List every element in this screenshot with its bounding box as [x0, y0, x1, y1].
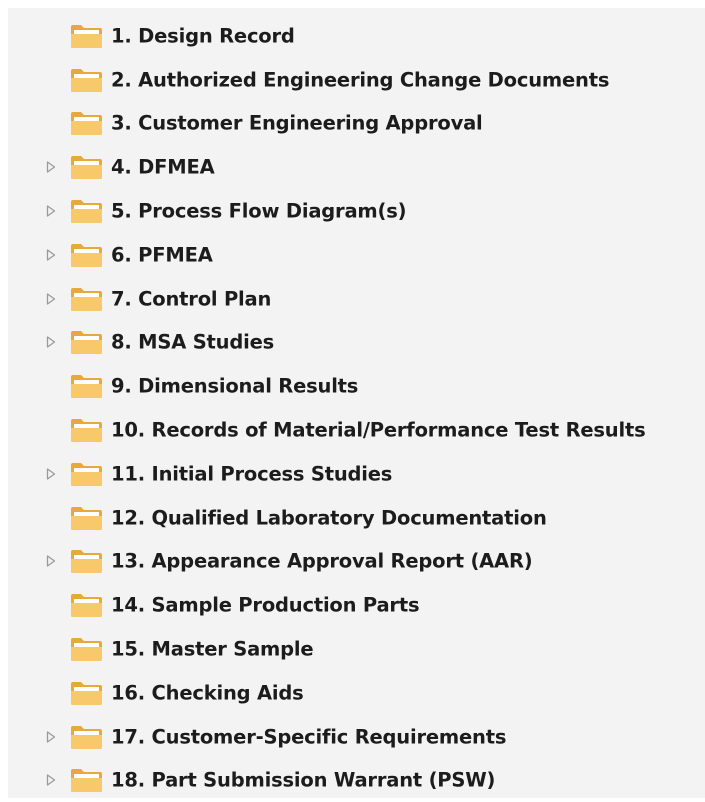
tree-item-label: 16. Checking Aids [111, 681, 304, 705]
tree-item[interactable]: 15. Master Sample [8, 627, 705, 671]
folder-icon [70, 680, 104, 706]
tree-item[interactable]: 14. Sample Production Parts [8, 583, 705, 627]
tree-item[interactable]: 10. Records of Material/Performance Test… [8, 408, 705, 452]
tree-item[interactable]: 17. Customer-Specific Requirements [8, 715, 705, 759]
folder-icon [70, 461, 104, 487]
tree-item[interactable]: 1. Design Record [8, 14, 705, 58]
expand-arrow-icon[interactable] [44, 554, 58, 568]
tree-item-label: 11. Initial Process Studies [111, 462, 393, 486]
folder-icon [70, 242, 104, 268]
folder-icon [70, 724, 104, 750]
folder-icon [70, 373, 104, 399]
folder-icon [70, 154, 104, 180]
expand-arrow-icon[interactable] [44, 204, 58, 218]
expand-arrow-icon[interactable] [44, 248, 58, 262]
tree-item-label: 14. Sample Production Parts [111, 593, 420, 617]
expand-arrow-icon[interactable] [44, 773, 58, 787]
tree-item-label: 15. Master Sample [111, 637, 314, 661]
tree-item[interactable]: 4. DFMEA [8, 145, 705, 189]
tree-item-label: 2. Authorized Engineering Change Documen… [111, 68, 610, 92]
tree-item[interactable]: 5. Process Flow Diagram(s) [8, 189, 705, 233]
tree-item-label: 12. Qualified Laboratory Documentation [111, 506, 547, 530]
tree-item[interactable]: 11. Initial Process Studies [8, 452, 705, 496]
folder-tree-panel: 1. Design Record 2. Authorized Engineerin… [8, 8, 705, 798]
tree-item[interactable]: 12. Qualified Laboratory Documentation [8, 496, 705, 540]
tree-item-label: 7. Control Plan [111, 287, 272, 311]
folder-icon [70, 67, 104, 93]
folder-icon [70, 592, 104, 618]
tree-item-label: 8. MSA Studies [111, 330, 275, 354]
expand-arrow-icon[interactable] [44, 160, 58, 174]
tree-item[interactable]: 2. Authorized Engineering Change Documen… [8, 58, 705, 102]
folder-icon [70, 23, 104, 49]
tree-item[interactable]: 13. Appearance Approval Report (AAR) [8, 540, 705, 584]
tree-item[interactable]: 8. MSA Studies [8, 321, 705, 365]
tree-item[interactable]: 18. Part Submission Warrant (PSW) [8, 759, 705, 802]
tree-item-label: 10. Records of Material/Performance Test… [111, 418, 646, 442]
tree-item[interactable]: 9. Dimensional Results [8, 364, 705, 408]
tree-item-label: 13. Appearance Approval Report (AAR) [111, 549, 533, 573]
tree-item-label: 5. Process Flow Diagram(s) [111, 199, 407, 223]
folder-icon [70, 505, 104, 531]
folder-icon [70, 286, 104, 312]
folder-tree: 1. Design Record 2. Authorized Engineerin… [8, 14, 705, 802]
expand-arrow-icon[interactable] [44, 292, 58, 306]
folder-icon [70, 329, 104, 355]
tree-item-label: 9. Dimensional Results [111, 374, 359, 398]
tree-item-label: 1. Design Record [111, 24, 295, 48]
folder-icon [70, 636, 104, 662]
tree-item-label: 17. Customer-Specific Requirements [111, 725, 507, 749]
expand-arrow-icon[interactable] [44, 335, 58, 349]
tree-item-label: 6. PFMEA [111, 243, 213, 267]
tree-item-label: 18. Part Submission Warrant (PSW) [111, 768, 496, 792]
expand-arrow-icon[interactable] [44, 467, 58, 481]
folder-icon [70, 548, 104, 574]
folder-icon [70, 198, 104, 224]
tree-item[interactable]: 16. Checking Aids [8, 671, 705, 715]
tree-item[interactable]: 7. Control Plan [8, 277, 705, 321]
folder-icon [70, 110, 104, 136]
tree-item[interactable]: 6. PFMEA [8, 233, 705, 277]
folder-icon [70, 417, 104, 443]
tree-item-label: 3. Customer Engineering Approval [111, 111, 483, 135]
folder-icon [70, 767, 104, 793]
tree-item-label: 4. DFMEA [111, 155, 215, 179]
tree-item[interactable]: 3. Customer Engineering Approval [8, 102, 705, 146]
expand-arrow-icon[interactable] [44, 730, 58, 744]
